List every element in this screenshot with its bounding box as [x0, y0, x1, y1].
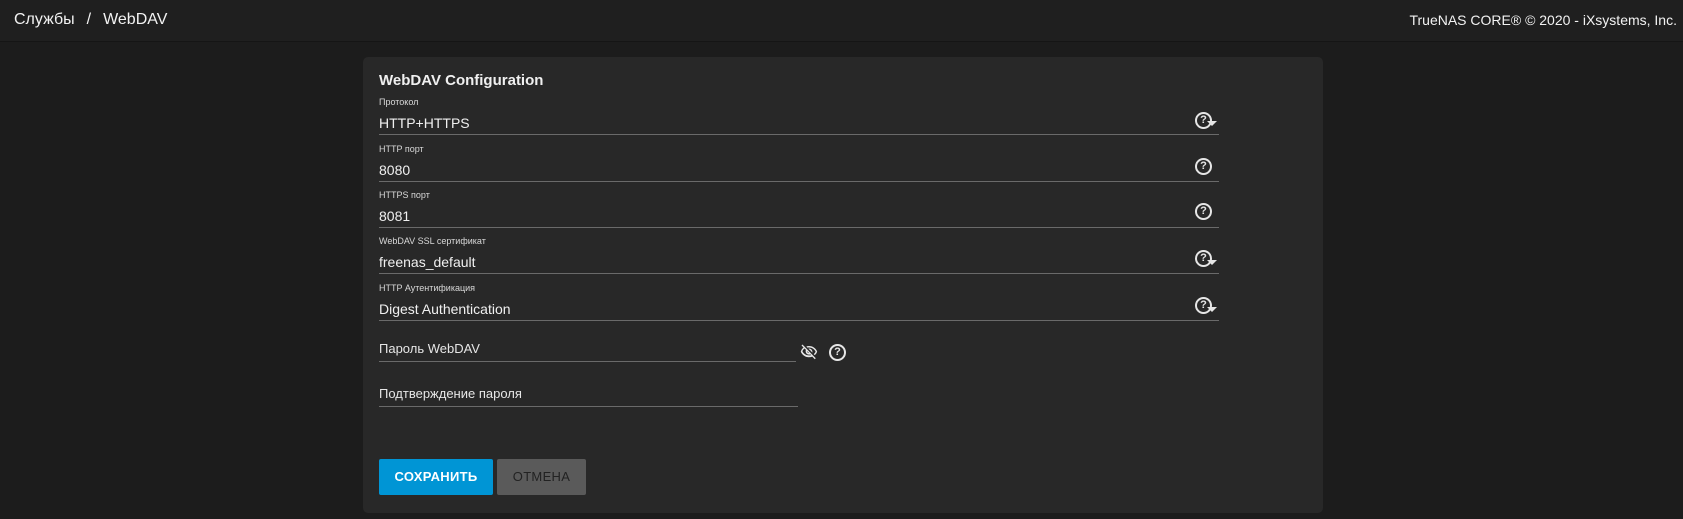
help-icon[interactable]: ? [1195, 112, 1212, 129]
https-port-value: 8081 [379, 208, 411, 224]
protocol-field[interactable]: Протокол HTTP+HTTPS [379, 97, 1219, 135]
http-auth-field[interactable]: HTTP Аутентификация Digest Authenticatio… [379, 283, 1219, 321]
breadcrumb: Службы / WebDAV [14, 11, 167, 29]
https-port-label: HTTPS порт [379, 190, 430, 200]
https-port-field[interactable]: HTTPS порт 8081 [379, 190, 1219, 228]
confirm-password-input[interactable]: Подтверждение пароля [379, 385, 798, 407]
protocol-value: HTTP+HTTPS [379, 115, 470, 131]
help-icon[interactable]: ? [1195, 297, 1212, 314]
card-title: WebDAV Configuration [379, 72, 544, 89]
help-icon[interactable]: ? [829, 344, 846, 361]
cancel-button[interactable]: ОТМЕНА [497, 459, 586, 495]
ssl-certificate-label: WebDAV SSL сертификат [379, 236, 486, 246]
ssl-certificate-field[interactable]: WebDAV SSL сертификат freenas_default [379, 236, 1219, 274]
protocol-label: Протокол [379, 97, 419, 107]
ssl-certificate-value: freenas_default [379, 254, 476, 270]
ssl-certificate-select[interactable]: freenas_default [379, 252, 1219, 274]
password-field[interactable]: Пароль WebDAV [379, 340, 796, 362]
http-port-input[interactable]: 8080 [379, 160, 1219, 182]
help-icon[interactable]: ? [1195, 203, 1212, 220]
copyright-text: TrueNAS CORE® © 2020 - iXsystems, Inc. [1409, 12, 1677, 28]
confirm-password-placeholder: Подтверждение пароля [379, 386, 522, 401]
http-auth-value: Digest Authentication [379, 301, 511, 317]
http-port-value: 8080 [379, 162, 411, 178]
http-port-label: HTTP порт [379, 144, 424, 154]
top-bar: Службы / WebDAV TrueNAS CORE® © 2020 - i… [0, 0, 1683, 42]
protocol-select[interactable]: HTTP+HTTPS [379, 113, 1219, 135]
save-button[interactable]: СОХРАНИТЬ [379, 459, 493, 495]
http-port-field[interactable]: HTTP порт 8080 [379, 144, 1219, 182]
webdav-config-card: WebDAV Configuration Протокол HTTP+HTTPS… [363, 57, 1323, 513]
http-auth-select[interactable]: Digest Authentication [379, 299, 1219, 321]
breadcrumb-item-services[interactable]: Службы [14, 11, 75, 29]
breadcrumb-separator: / [86, 11, 92, 28]
eye-off-icon[interactable] [797, 343, 821, 361]
confirm-password-field[interactable]: Подтверждение пароля [379, 385, 798, 407]
password-input[interactable]: Пароль WebDAV [379, 340, 796, 362]
http-auth-label: HTTP Аутентификация [379, 283, 476, 293]
https-port-input[interactable]: 8081 [379, 206, 1219, 228]
help-icon[interactable]: ? [1195, 250, 1212, 267]
password-placeholder: Пароль WebDAV [379, 341, 480, 356]
help-icon[interactable]: ? [1195, 158, 1212, 175]
breadcrumb-item-webdav: WebDAV [103, 11, 168, 28]
